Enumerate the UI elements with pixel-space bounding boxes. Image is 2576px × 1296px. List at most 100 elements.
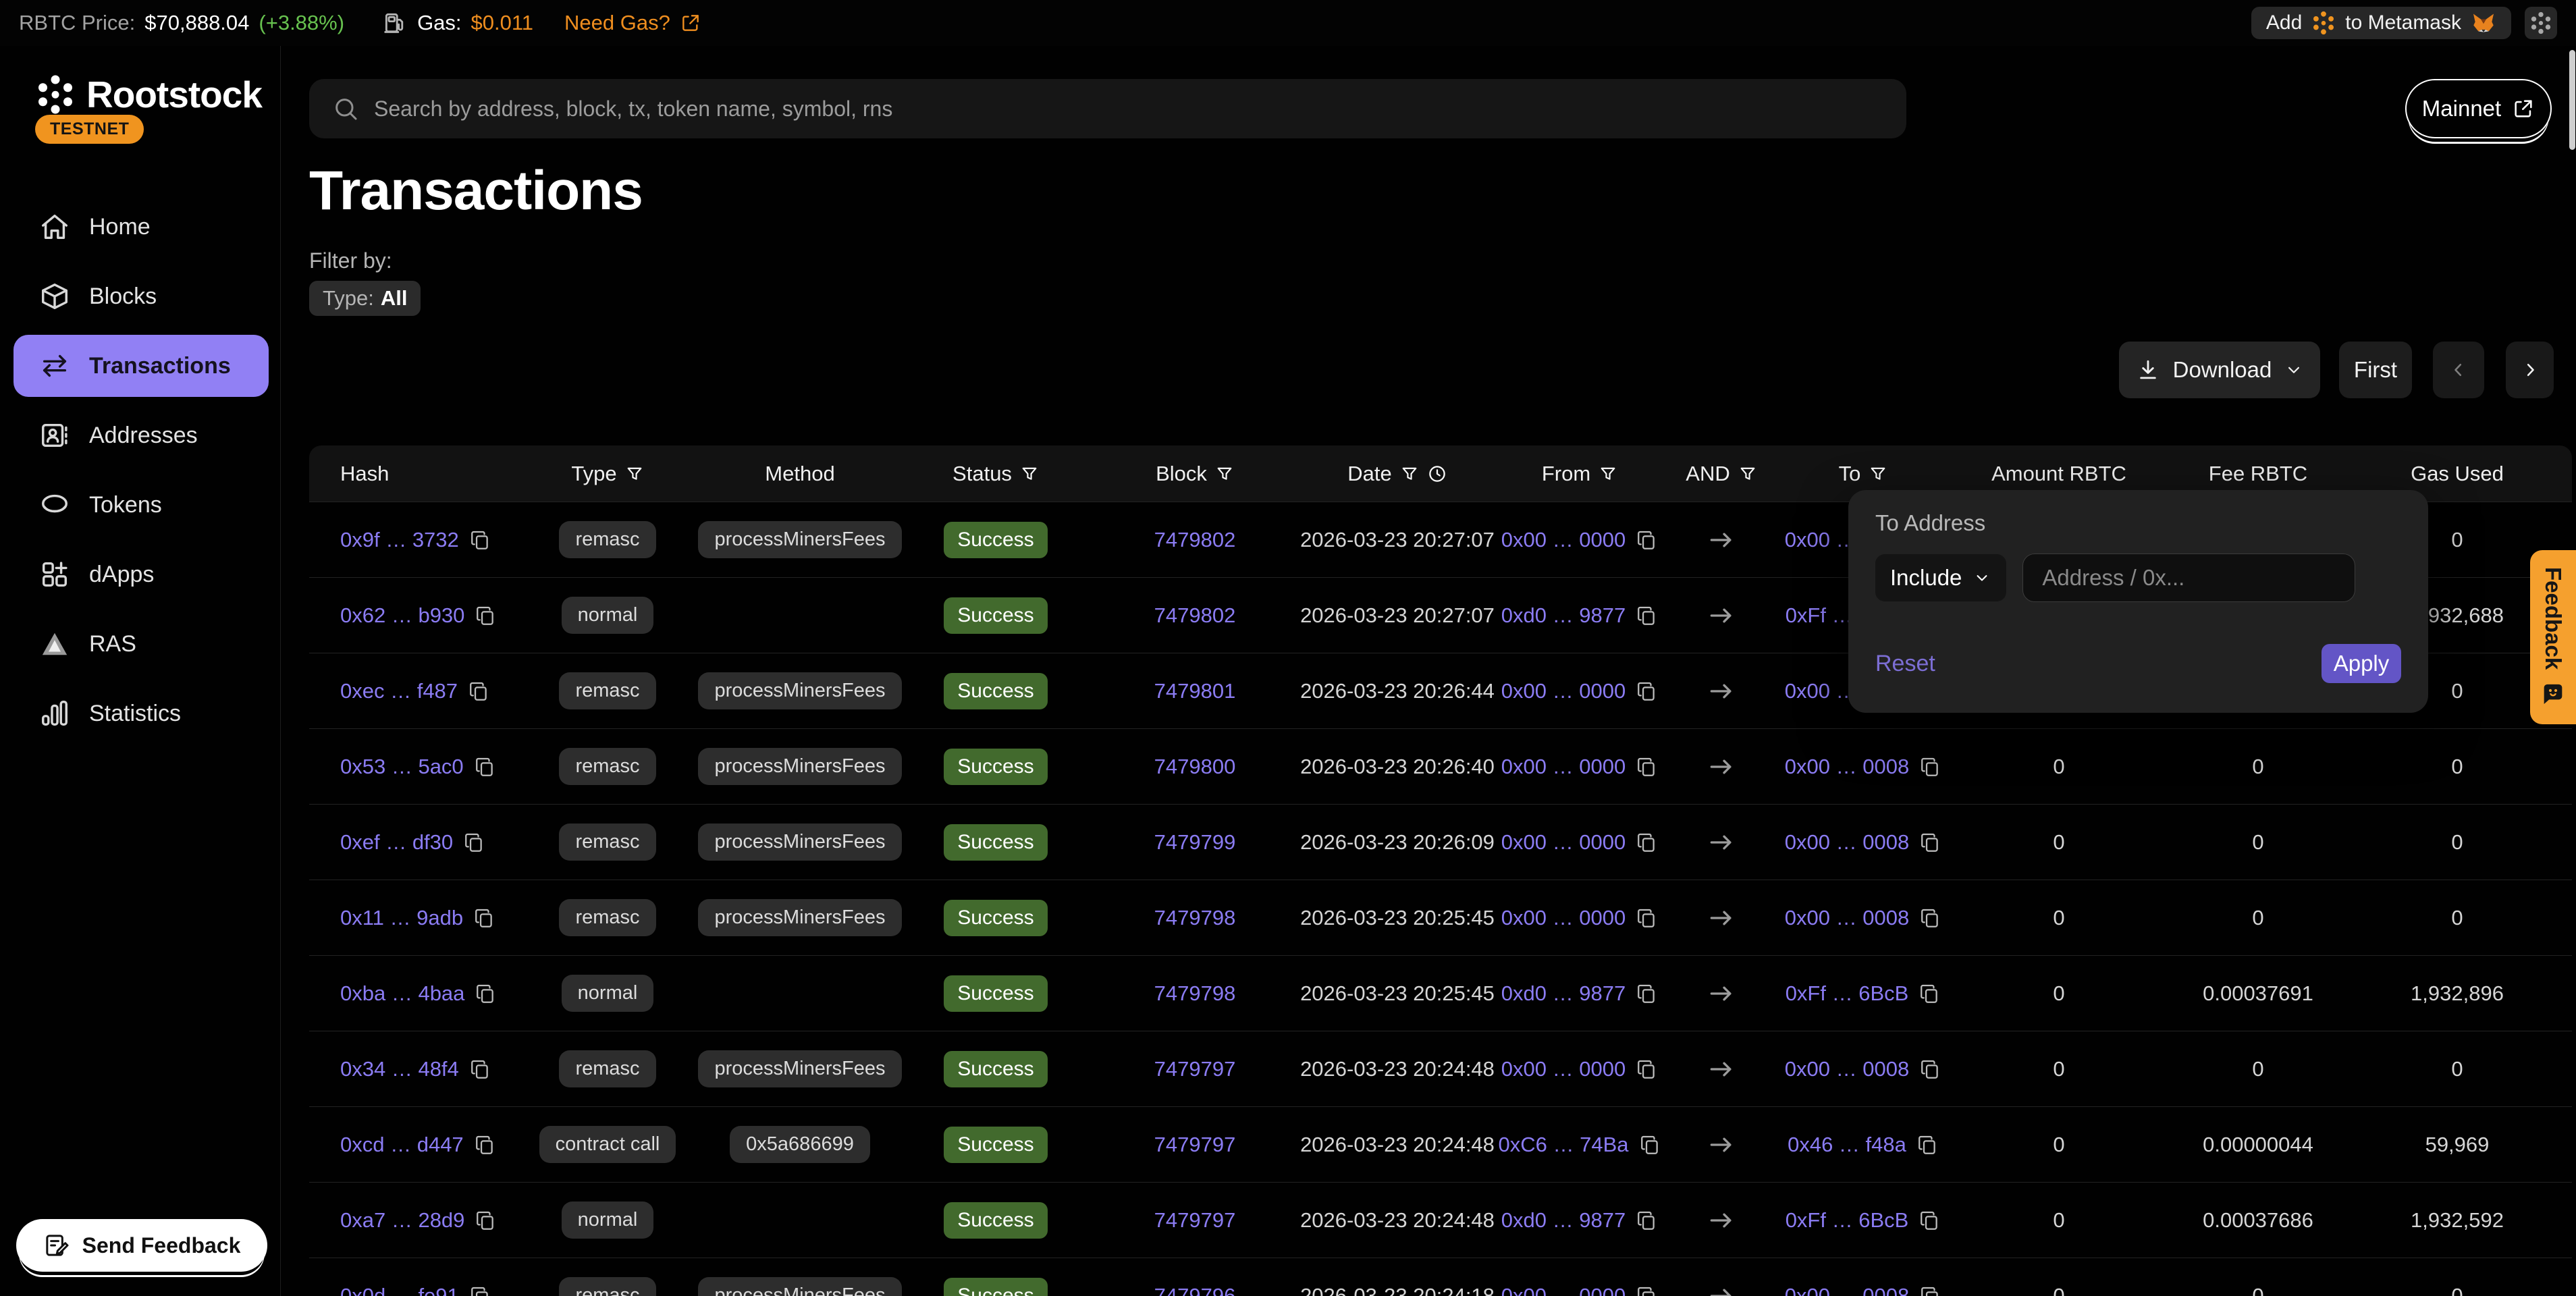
- copy-icon[interactable]: [1635, 907, 1658, 929]
- include-dropdown[interactable]: Include: [1875, 554, 2006, 601]
- clock-icon[interactable]: [1427, 464, 1447, 484]
- copy-icon[interactable]: [1918, 755, 1941, 778]
- copy-icon[interactable]: [468, 1285, 491, 1296]
- copy-icon[interactable]: [1918, 907, 1941, 929]
- add-condition-icon[interactable]: [2371, 563, 2401, 593]
- tx-hash-link[interactable]: 0xa7 … 28d9: [340, 1208, 464, 1233]
- sidebar-item-blocks[interactable]: Blocks: [14, 265, 269, 327]
- feedback-tab[interactable]: Feedback: [2530, 550, 2576, 724]
- filter-funnel-icon[interactable]: [1020, 464, 1039, 483]
- first-page-button[interactable]: First: [2339, 342, 2412, 398]
- block-link[interactable]: 7479798: [1154, 981, 1236, 1006]
- mainnet-link-button[interactable]: Mainnet: [2405, 79, 2552, 138]
- copy-icon[interactable]: [1635, 755, 1658, 778]
- copy-icon[interactable]: [468, 1058, 491, 1081]
- column-header-date[interactable]: Date: [1296, 462, 1499, 486]
- sidebar-item-addresses[interactable]: Addresses: [14, 404, 269, 466]
- from-address-link[interactable]: 0x00 … 0000: [1501, 1284, 1626, 1296]
- copy-icon[interactable]: [1635, 982, 1658, 1005]
- to-address-link[interactable]: 0x00 … 0008: [1785, 1057, 1909, 1081]
- clear-input-icon[interactable]: [2316, 566, 2340, 590]
- filter-funnel-icon[interactable]: [1400, 464, 1419, 483]
- from-address-link[interactable]: 0x00 … 0000: [1501, 1057, 1626, 1081]
- download-button[interactable]: Download: [2119, 342, 2320, 398]
- filter-funnel-icon[interactable]: [1738, 464, 1757, 483]
- sidebar-item-tokens[interactable]: Tokens: [14, 474, 269, 536]
- previous-page-button[interactable]: [2433, 342, 2484, 398]
- copy-icon[interactable]: [1918, 1209, 1941, 1232]
- tx-hash-link[interactable]: 0x34 … 48f4: [340, 1057, 459, 1081]
- filter-funnel-icon[interactable]: [1215, 464, 1234, 483]
- from-address-link[interactable]: 0x00 … 0000: [1501, 679, 1626, 703]
- copy-icon[interactable]: [1635, 1285, 1658, 1296]
- tx-hash-link[interactable]: 0x53 … 5ac0: [340, 755, 464, 779]
- copy-icon[interactable]: [474, 1209, 497, 1232]
- column-header-from[interactable]: From: [1499, 462, 1661, 486]
- address-input[interactable]: [2022, 554, 2355, 602]
- column-header-block[interactable]: Block: [1094, 462, 1296, 486]
- sidebar-item-dapps[interactable]: dApps: [14, 543, 269, 605]
- to-address-link[interactable]: 0x00 … 0008: [1785, 755, 1909, 779]
- block-link[interactable]: 7479799: [1154, 830, 1236, 855]
- copy-icon[interactable]: [468, 529, 491, 551]
- filter-funnel-icon[interactable]: [1869, 464, 1887, 483]
- from-address-link[interactable]: 0xC6 … 74Ba: [1499, 1133, 1629, 1157]
- copy-icon[interactable]: [1635, 1209, 1658, 1232]
- copy-icon[interactable]: [462, 831, 485, 854]
- from-address-link[interactable]: 0x00 … 0000: [1501, 755, 1626, 779]
- copy-icon[interactable]: [467, 680, 490, 703]
- need-gas-link[interactable]: Need Gas?: [564, 11, 701, 35]
- tx-hash-link[interactable]: 0x9f … 3732: [340, 528, 459, 552]
- next-page-button[interactable]: [2506, 342, 2554, 398]
- filter-funnel-icon[interactable]: [1599, 464, 1617, 483]
- block-link[interactable]: 7479800: [1154, 755, 1236, 779]
- filter-funnel-icon[interactable]: [625, 464, 644, 483]
- sidebar-item-home[interactable]: Home: [14, 196, 269, 258]
- to-address-link[interactable]: 0xFf … 6BcB: [1786, 981, 1909, 1006]
- copy-icon[interactable]: [1635, 529, 1658, 551]
- tx-hash-link[interactable]: 0xba … 4baa: [340, 981, 464, 1006]
- tx-hash-link[interactable]: 0x11 … 9adb: [340, 906, 463, 930]
- type-filter-chip[interactable]: Type: All: [309, 281, 421, 316]
- copy-icon[interactable]: [1635, 680, 1658, 703]
- to-address-link[interactable]: 0xFf … 6BcB: [1786, 1208, 1909, 1233]
- block-link[interactable]: 7479798: [1154, 906, 1236, 930]
- to-address-link[interactable]: 0x00 … 0008: [1785, 830, 1909, 855]
- tx-hash-link[interactable]: 0xef … df30: [340, 830, 453, 855]
- from-address-link[interactable]: 0xd0 … 9877: [1501, 603, 1626, 628]
- copy-icon[interactable]: [473, 755, 496, 778]
- to-address-link[interactable]: 0x46 … f48a: [1788, 1133, 1906, 1157]
- tx-hash-link[interactable]: 0xcd … d447: [340, 1133, 464, 1157]
- copy-icon[interactable]: [1916, 1133, 1939, 1156]
- tx-hash-link[interactable]: 0x0d … fe91: [340, 1284, 459, 1296]
- copy-icon[interactable]: [1918, 831, 1941, 854]
- to-address-link[interactable]: 0x00 … 0008: [1785, 1284, 1909, 1296]
- block-link[interactable]: 7479797: [1154, 1057, 1236, 1081]
- from-address-link[interactable]: 0x00 … 0000: [1501, 528, 1626, 552]
- copy-icon[interactable]: [474, 982, 497, 1005]
- from-address-link[interactable]: 0x00 … 0000: [1501, 906, 1626, 930]
- add-to-metamask-button[interactable]: Add to Metamask: [2251, 7, 2511, 39]
- copy-icon[interactable]: [1635, 1058, 1658, 1081]
- copy-icon[interactable]: [1918, 1058, 1941, 1081]
- scrollbar-thumb[interactable]: [2569, 50, 2575, 150]
- copy-icon[interactable]: [473, 1133, 496, 1156]
- from-address-link[interactable]: 0x00 … 0000: [1501, 830, 1626, 855]
- column-header-and[interactable]: AND: [1661, 462, 1782, 486]
- block-link[interactable]: 7479802: [1154, 528, 1236, 552]
- sidebar-item-ras[interactable]: RAS: [14, 613, 269, 675]
- search-input[interactable]: [374, 97, 1883, 122]
- block-link[interactable]: 7479797: [1154, 1133, 1236, 1157]
- copy-icon[interactable]: [1918, 982, 1941, 1005]
- block-link[interactable]: 7479797: [1154, 1208, 1236, 1233]
- copy-icon[interactable]: [1635, 604, 1658, 627]
- to-address-link[interactable]: 0x00 … 0008: [1785, 906, 1909, 930]
- tx-hash-link[interactable]: 0x62 … b930: [340, 603, 464, 628]
- block-link[interactable]: 7479802: [1154, 603, 1236, 628]
- from-address-link[interactable]: 0xd0 … 9877: [1501, 981, 1626, 1006]
- rootstock-icon-button[interactable]: [2525, 7, 2557, 39]
- reset-button[interactable]: Reset: [1875, 651, 1935, 677]
- column-header-to[interactable]: To: [1782, 462, 1944, 486]
- copy-icon[interactable]: [473, 907, 495, 929]
- copy-icon[interactable]: [1918, 1285, 1941, 1296]
